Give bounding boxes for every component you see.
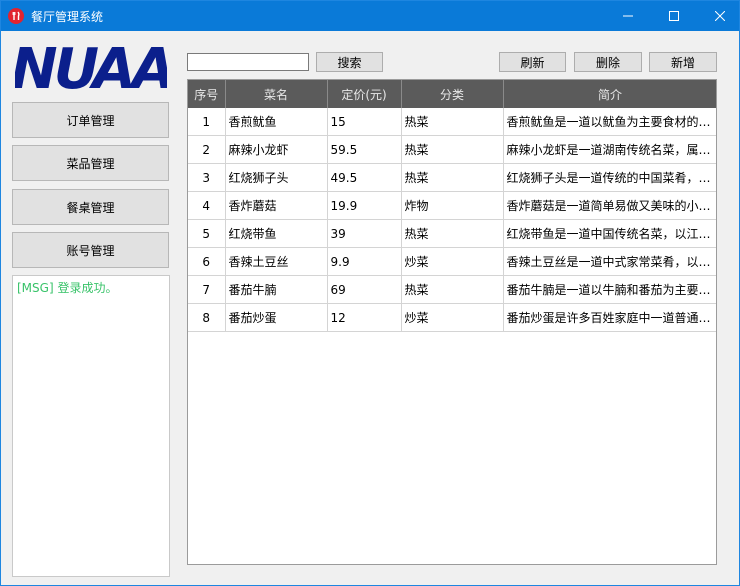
cell-description: 红烧带鱼是一道中国传统名菜，以江… [503, 219, 716, 248]
cell-price: 15 [327, 108, 402, 136]
message-log[interactable]: [MSG] 登录成功。 [12, 275, 170, 577]
cell-category: 热菜 [401, 219, 504, 248]
cell-name: 香辣土豆丝 [225, 247, 328, 276]
cell-description: 番茄炒蛋是许多百姓家庭中一道普通… [503, 303, 716, 332]
search-input[interactable] [187, 53, 309, 71]
minimize-icon [623, 15, 633, 17]
cell-category: 热菜 [401, 275, 504, 304]
window-title: 餐厅管理系统 [31, 10, 104, 24]
close-button[interactable] [697, 1, 740, 31]
column-header-description[interactable]: 简介 [503, 80, 716, 108]
maximize-button[interactable] [651, 1, 697, 31]
app-window: 餐厅管理系统 NUAA 订单管理 菜品管理 餐桌管理 账号管理 [MSG] 登录… [0, 0, 740, 586]
search-button-label: 搜索 [337, 55, 362, 70]
table-row[interactable]: 1 香煎鱿鱼 15 热菜 香煎鱿鱼是一道以鱿鱼为主要食材的… [188, 108, 716, 136]
minimize-button[interactable] [605, 1, 651, 31]
nav-order-management-button[interactable]: 订单管理 [12, 102, 169, 138]
nav-dish-management-label: 菜品管理 [66, 156, 115, 171]
close-icon [715, 11, 725, 21]
cell-category: 炒菜 [401, 247, 504, 276]
cell-price: 69 [327, 275, 402, 304]
cell-description: 红烧狮子头是一道传统的中国菜肴，… [503, 163, 716, 192]
column-header-category[interactable]: 分类 [401, 80, 504, 108]
cell-name: 香炸蘑菇 [225, 191, 328, 220]
cell-name: 红烧带鱼 [225, 219, 328, 248]
login-success-message: [MSG] 登录成功。 [17, 281, 118, 295]
cell-description: 香煎鱿鱼是一道以鱿鱼为主要食材的… [503, 108, 716, 136]
logo-text: NUAA [15, 42, 167, 94]
column-header-name[interactable]: 菜名 [225, 80, 328, 108]
column-header-price[interactable]: 定价(元) [327, 80, 402, 108]
table-row[interactable]: 2 麻辣小龙虾 59.5 热菜 麻辣小龙虾是一道湖南传统名菜，属… [188, 135, 716, 164]
cell-category: 热菜 [401, 163, 504, 192]
cell-index: 5 [188, 219, 226, 248]
search-button[interactable]: 搜索 [316, 52, 383, 72]
cell-price: 9.9 [327, 247, 402, 276]
cell-name: 香煎鱿鱼 [225, 108, 328, 136]
cell-price: 39 [327, 219, 402, 248]
cell-category: 热菜 [401, 135, 504, 164]
cell-category: 热菜 [401, 108, 504, 136]
delete-button[interactable]: 删除 [574, 52, 642, 72]
cell-description: 香炸蘑菇是一道简单易做又美味的小… [503, 191, 716, 220]
title-bar[interactable]: 餐厅管理系统 [1, 1, 739, 31]
table-row[interactable]: 6 香辣土豆丝 9.9 炒菜 香辣土豆丝是一道中式家常菜肴，以… [188, 247, 716, 276]
table-row[interactable]: 7 番茄牛腩 69 热菜 番茄牛腩是一道以牛腩和番茄为主要… [188, 275, 716, 304]
add-button[interactable]: 新增 [649, 52, 717, 72]
nav-table-management-button[interactable]: 餐桌管理 [12, 189, 169, 225]
cell-category: 炒菜 [401, 303, 504, 332]
table-row[interactable]: 8 番茄炒蛋 12 炒菜 番茄炒蛋是许多百姓家庭中一道普通… [188, 303, 716, 332]
nuaa-logo: NUAA [11, 37, 176, 102]
nav-order-management-label: 订单管理 [66, 113, 115, 128]
table-row[interactable]: 3 红烧狮子头 49.5 热菜 红烧狮子头是一道传统的中国菜肴，… [188, 163, 716, 192]
table-row[interactable]: 4 香炸蘑菇 19.9 炸物 香炸蘑菇是一道简单易做又美味的小… [188, 191, 716, 220]
cell-name: 番茄牛腩 [225, 275, 328, 304]
cell-index: 1 [188, 108, 226, 136]
cell-price: 19.9 [327, 191, 402, 220]
nav-dish-management-button[interactable]: 菜品管理 [12, 145, 169, 181]
add-button-label: 新增 [670, 55, 695, 70]
cell-price: 49.5 [327, 163, 402, 192]
cell-price: 59.5 [327, 135, 402, 164]
cell-category: 炸物 [401, 191, 504, 220]
table-header-row: 序号 菜名 定价(元) 分类 简介 [188, 80, 716, 108]
app-fork-knife-icon [8, 8, 24, 24]
cell-price: 12 [327, 303, 402, 332]
nav-table-management-label: 餐桌管理 [66, 200, 115, 215]
cell-name: 麻辣小龙虾 [225, 135, 328, 164]
cell-name: 番茄炒蛋 [225, 303, 328, 332]
cell-index: 2 [188, 135, 226, 164]
cell-description: 番茄牛腩是一道以牛腩和番茄为主要… [503, 275, 716, 304]
cell-name: 红烧狮子头 [225, 163, 328, 192]
nav-account-management-button[interactable]: 账号管理 [12, 232, 169, 268]
cell-index: 3 [188, 163, 226, 192]
column-header-index[interactable]: 序号 [188, 80, 226, 108]
cell-index: 8 [188, 303, 226, 332]
refresh-button[interactable]: 刷新 [499, 52, 566, 72]
cell-index: 7 [188, 275, 226, 304]
cell-index: 6 [188, 247, 226, 276]
nav-account-management-label: 账号管理 [66, 243, 115, 258]
dish-table[interactable]: 序号 菜名 定价(元) 分类 简介 1 香煎鱿鱼 15 热菜 香煎鱿鱼是一道以鱿… [187, 79, 717, 565]
cell-description: 麻辣小龙虾是一道湖南传统名菜，属… [503, 135, 716, 164]
refresh-button-label: 刷新 [520, 55, 545, 70]
maximize-icon [669, 11, 679, 21]
cell-index: 4 [188, 191, 226, 220]
cell-description: 香辣土豆丝是一道中式家常菜肴，以… [503, 247, 716, 276]
delete-button-label: 删除 [595, 55, 620, 70]
table-row[interactable]: 5 红烧带鱼 39 热菜 红烧带鱼是一道中国传统名菜，以江… [188, 219, 716, 248]
